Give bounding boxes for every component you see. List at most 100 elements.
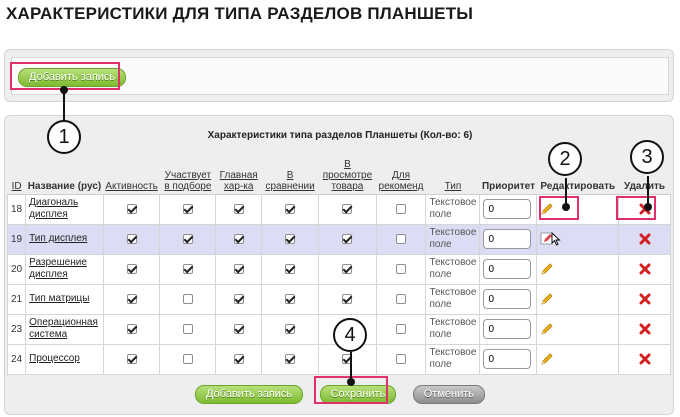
row-name-link[interactable]: Процессор bbox=[29, 353, 80, 364]
main-char-checkbox[interactable] bbox=[233, 353, 244, 364]
active-checkbox[interactable] bbox=[126, 203, 137, 214]
callout-dot-2 bbox=[562, 203, 570, 211]
active-checkbox[interactable] bbox=[126, 233, 137, 244]
save-button[interactable]: Сохранить bbox=[319, 385, 397, 404]
row-name: Тип дисплея bbox=[25, 223, 104, 255]
for-recommend-checkbox[interactable] bbox=[396, 293, 407, 304]
col-header-in-selection[interactable]: Участвует в подборе bbox=[159, 150, 216, 195]
add-record-button-bottom[interactable]: Добавить запись bbox=[194, 385, 304, 404]
callout-dot-1 bbox=[60, 86, 68, 94]
top-toolbar-panel: Добавить запись bbox=[4, 49, 674, 102]
page-title: ХАРАКТЕРИСТИКИ ДЛЯ ТИПА РАЗДЕЛОВ ПЛАНШЕТ… bbox=[6, 4, 474, 23]
in-compare-checkbox[interactable] bbox=[285, 203, 296, 214]
in-selection-checkbox[interactable] bbox=[182, 323, 193, 334]
row-type: Текстовое поле bbox=[425, 313, 481, 345]
row-id: 21 bbox=[6, 283, 27, 315]
in-compare-checkbox[interactable] bbox=[285, 263, 296, 274]
col-header-active[interactable]: Активность bbox=[103, 150, 160, 195]
row-name: Диагональ дисплея bbox=[25, 193, 104, 225]
delete-icon[interactable] bbox=[639, 233, 651, 245]
in-view-checkbox[interactable] bbox=[342, 293, 353, 304]
priority-input[interactable] bbox=[483, 349, 532, 369]
top-toolbar: Добавить запись bbox=[11, 57, 669, 95]
delete-icon[interactable] bbox=[639, 323, 651, 335]
cancel-button[interactable]: Отменить bbox=[412, 385, 485, 404]
in-compare-checkbox[interactable] bbox=[285, 233, 296, 244]
active-checkbox[interactable] bbox=[126, 353, 137, 364]
for-recommend-checkbox[interactable] bbox=[396, 263, 407, 274]
row-id: 18 bbox=[6, 193, 27, 225]
col-header-in-view[interactable]: В просмотре товара bbox=[318, 150, 377, 195]
row-id: 19 bbox=[6, 223, 27, 255]
row-type: Текстовое поле bbox=[425, 253, 481, 285]
row-id: 24 bbox=[6, 343, 27, 375]
row-id: 20 bbox=[6, 253, 27, 285]
row-name-link[interactable]: Диагональ дисплея bbox=[29, 197, 78, 220]
main-char-checkbox[interactable] bbox=[233, 203, 244, 214]
add-record-button-top[interactable]: Добавить запись bbox=[18, 68, 127, 87]
priority-input[interactable] bbox=[483, 199, 532, 219]
for-recommend-checkbox[interactable] bbox=[396, 203, 407, 214]
main-char-checkbox[interactable] bbox=[233, 233, 244, 244]
main-char-checkbox[interactable] bbox=[233, 293, 244, 304]
pencil-icon[interactable] bbox=[540, 262, 554, 276]
priority-input[interactable] bbox=[483, 319, 532, 339]
table-caption: Характеристики типа разделов Планшеты (К… bbox=[207, 130, 473, 141]
in-selection-checkbox[interactable] bbox=[182, 263, 193, 274]
row-type: Текстовое поле bbox=[425, 223, 481, 255]
row-name-link[interactable]: Операционная система bbox=[29, 317, 98, 340]
in-view-checkbox[interactable] bbox=[342, 263, 353, 274]
row-id: 23 bbox=[6, 313, 27, 345]
row-name-link[interactable]: Тип дисплея bbox=[29, 233, 87, 244]
pencil-icon[interactable] bbox=[540, 352, 554, 366]
in-view-checkbox[interactable] bbox=[342, 203, 353, 214]
col-header-for-recommend[interactable]: Для рекоменд bbox=[376, 150, 426, 195]
table-row: 21 Тип матрицы Текстовое поле bbox=[6, 283, 671, 315]
row-type: Текстовое поле bbox=[425, 283, 481, 315]
pencil-icon[interactable] bbox=[540, 202, 554, 216]
callout-dot-3 bbox=[644, 203, 652, 211]
in-compare-checkbox[interactable] bbox=[285, 323, 296, 334]
in-selection-checkbox[interactable] bbox=[182, 203, 193, 214]
callout-4: 4 bbox=[333, 318, 367, 352]
for-recommend-checkbox[interactable] bbox=[396, 353, 407, 364]
callout-leader-1 bbox=[63, 90, 65, 122]
table-row: 19 Тип дисплея Текстовое поле bbox=[6, 223, 671, 255]
main-char-checkbox[interactable] bbox=[233, 263, 244, 274]
col-header-in-compare[interactable]: В сравнении bbox=[261, 150, 319, 195]
pencil-icon[interactable] bbox=[540, 292, 554, 306]
priority-input[interactable] bbox=[483, 259, 532, 279]
for-recommend-checkbox[interactable] bbox=[396, 323, 407, 334]
row-type: Текстовое поле bbox=[425, 193, 481, 225]
in-selection-checkbox[interactable] bbox=[182, 233, 193, 244]
callout-dot-4 bbox=[347, 378, 355, 386]
active-checkbox[interactable] bbox=[126, 263, 137, 274]
col-header-id[interactable]: ID bbox=[7, 150, 26, 195]
row-type: Текстовое поле bbox=[425, 343, 481, 375]
in-view-checkbox[interactable] bbox=[342, 233, 353, 244]
in-selection-checkbox[interactable] bbox=[182, 293, 193, 304]
priority-input[interactable] bbox=[483, 229, 532, 249]
delete-icon[interactable] bbox=[639, 293, 651, 305]
in-compare-checkbox[interactable] bbox=[285, 293, 296, 304]
pencil-icon[interactable] bbox=[540, 322, 554, 336]
active-checkbox[interactable] bbox=[126, 323, 137, 334]
in-selection-checkbox[interactable] bbox=[182, 353, 193, 364]
delete-icon[interactable] bbox=[639, 263, 651, 275]
row-name-link[interactable]: Разрешение дисплея bbox=[29, 257, 87, 280]
priority-input[interactable] bbox=[483, 289, 532, 309]
col-header-main-char[interactable]: Главная хар-ка bbox=[215, 150, 262, 195]
for-recommend-checkbox[interactable] bbox=[396, 233, 407, 244]
callout-1: 1 bbox=[47, 120, 81, 154]
row-name: Операционная система bbox=[25, 313, 104, 345]
bottom-toolbar: Добавить запись Сохранить Отменить bbox=[5, 384, 675, 404]
row-name-link[interactable]: Тип матрицы bbox=[29, 293, 89, 304]
active-checkbox[interactable] bbox=[126, 293, 137, 304]
main-char-checkbox[interactable] bbox=[233, 323, 244, 334]
table-row: 18 Диагональ дисплея Текстовое поле bbox=[6, 193, 671, 225]
delete-icon[interactable] bbox=[639, 353, 651, 365]
col-header-type[interactable]: Тип bbox=[425, 150, 480, 195]
in-compare-checkbox[interactable] bbox=[285, 353, 296, 364]
row-name: Процессор bbox=[25, 343, 104, 375]
callout-leader-2 bbox=[565, 178, 567, 206]
